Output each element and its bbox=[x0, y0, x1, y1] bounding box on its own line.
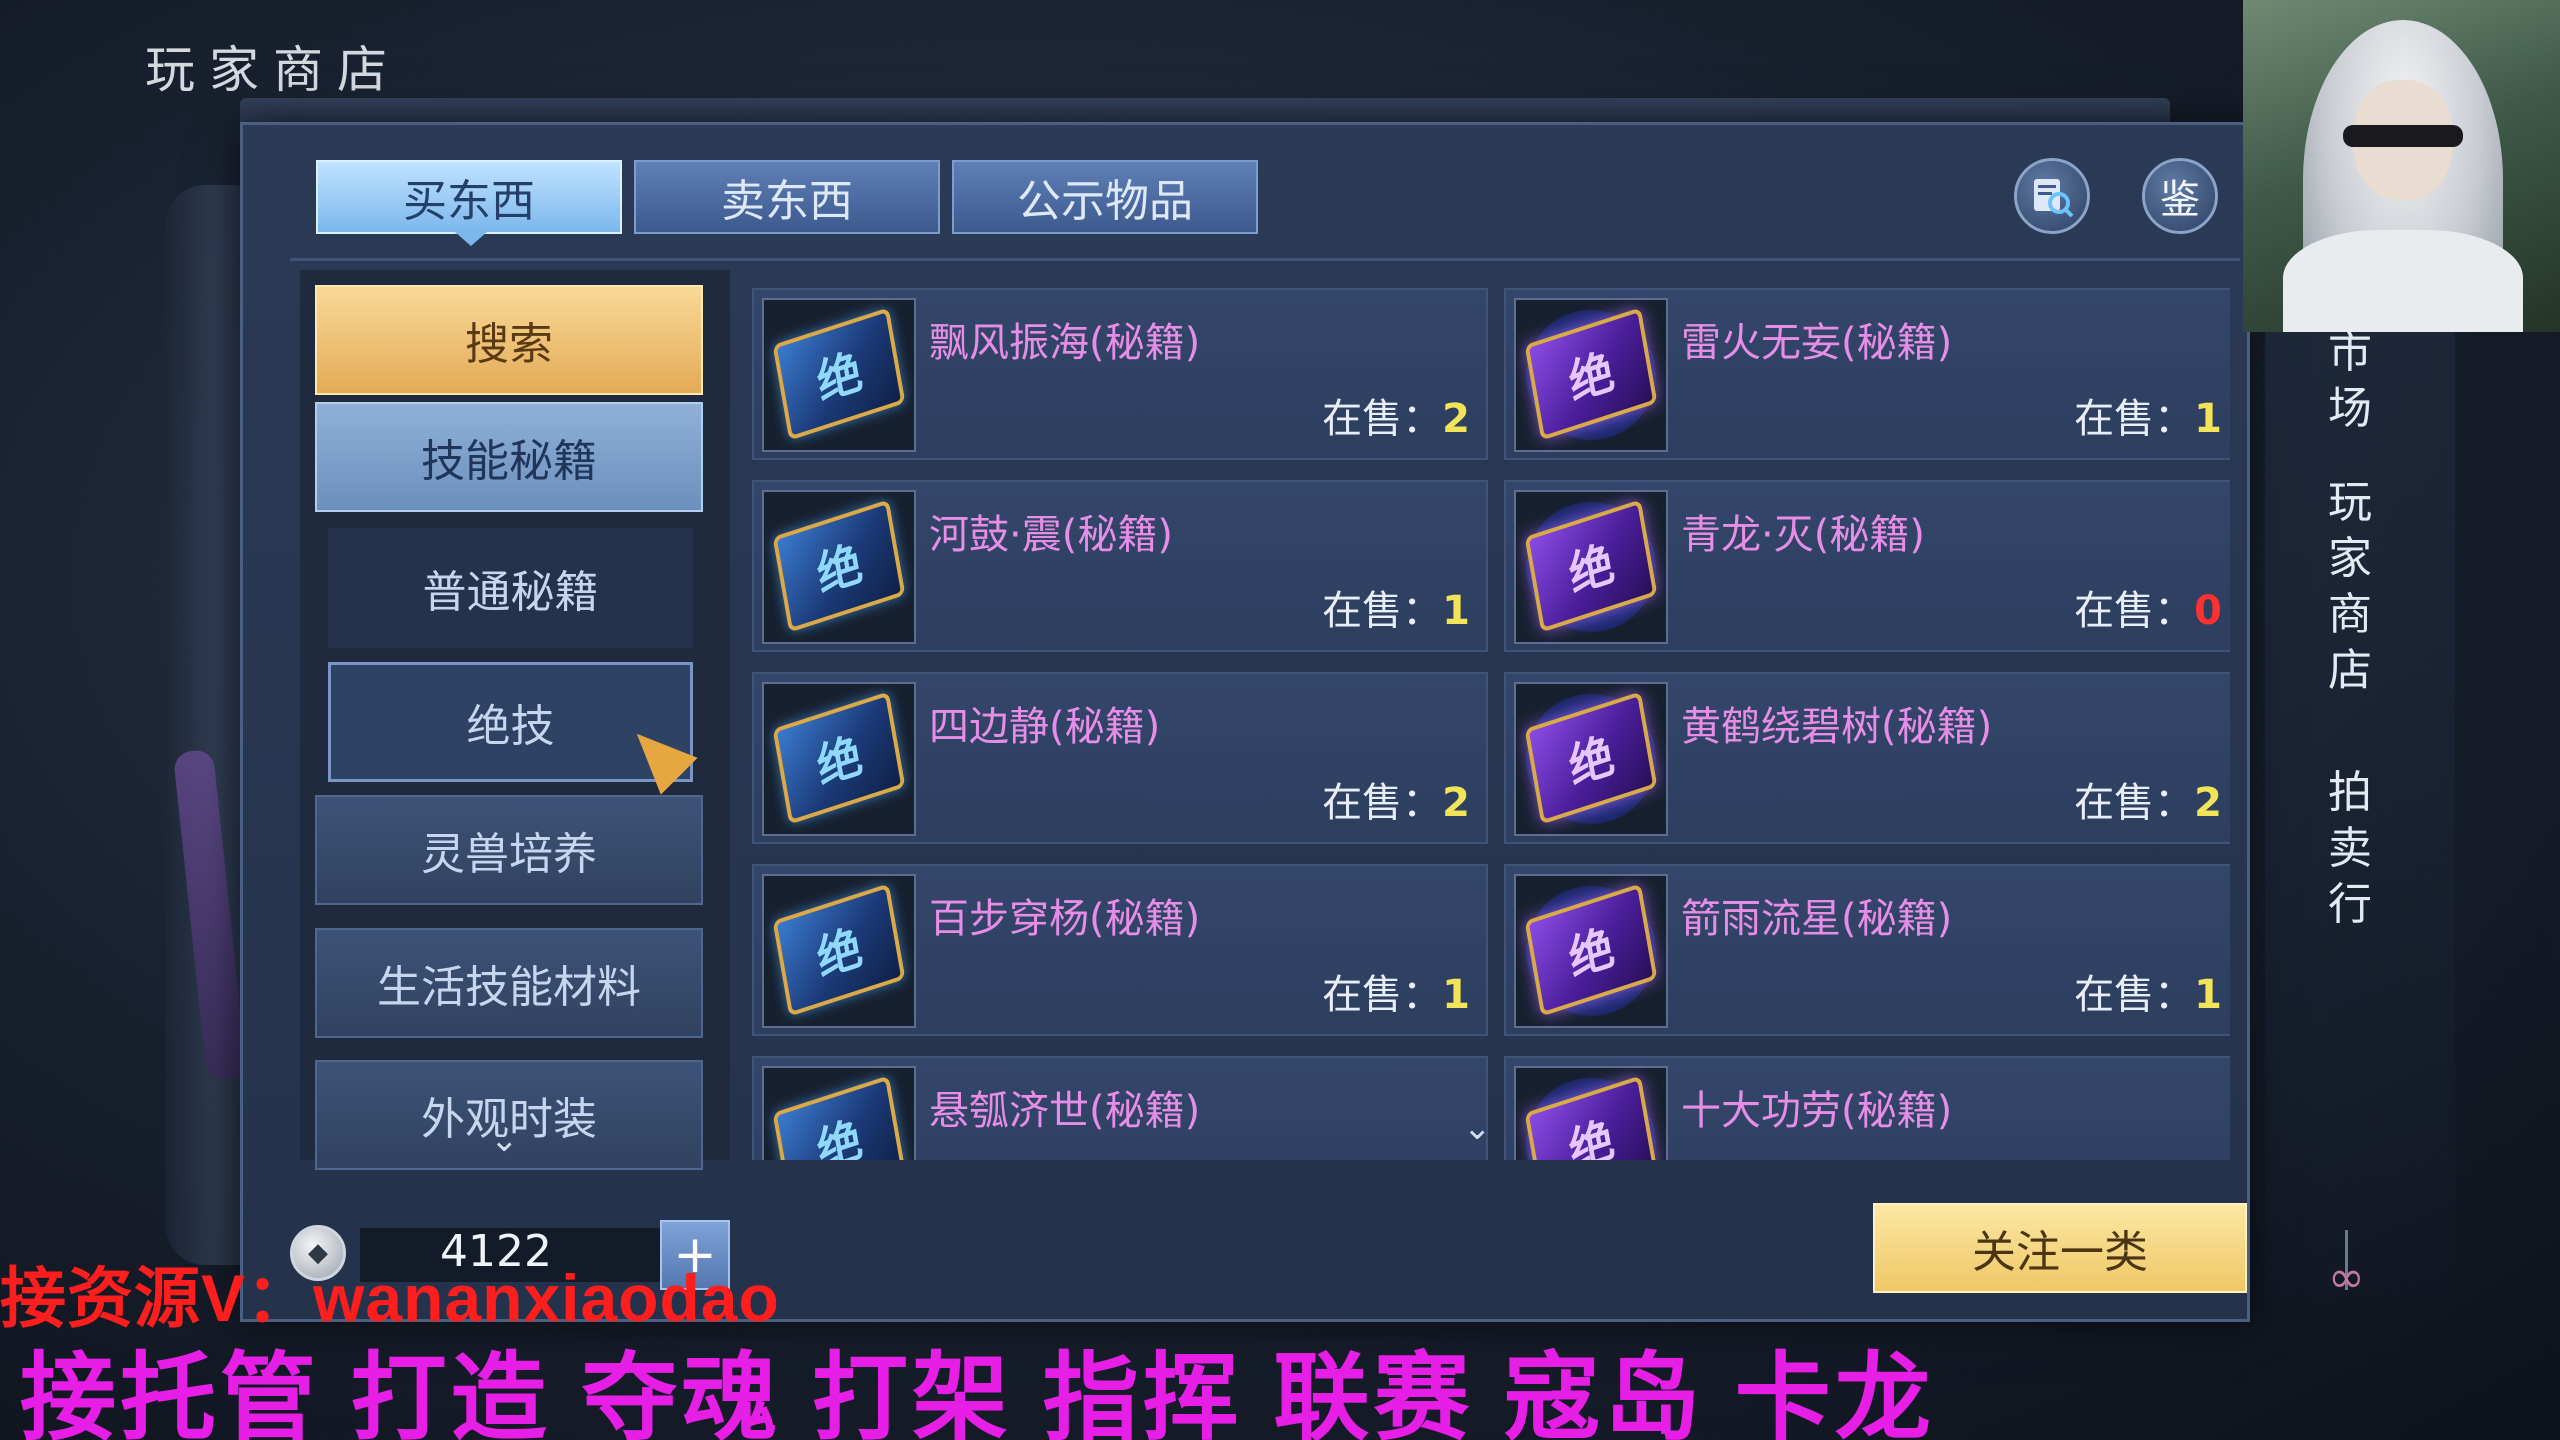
catalog-search-icon bbox=[2034, 179, 2074, 218]
catalog-search-button[interactable] bbox=[2014, 158, 2090, 234]
item-stock: 在售：1 bbox=[2074, 972, 2222, 1018]
skill-book-icon: 绝 bbox=[1514, 490, 1668, 644]
item-card[interactable]: 绝 四边静(秘籍) 在售：2 bbox=[752, 672, 1488, 844]
category-life-skill-materials[interactable]: 生活技能材料 bbox=[315, 928, 703, 1038]
tab-buy[interactable]: 买东西 bbox=[316, 160, 622, 234]
skill-book-icon: 绝 bbox=[1514, 298, 1668, 452]
item-card[interactable]: 绝 青龙·灭(秘籍) 在售：0 bbox=[1504, 480, 2230, 652]
item-card[interactable]: 绝 河鼓·震(秘籍) 在售：1 bbox=[752, 480, 1488, 652]
window-title: 玩家商店 bbox=[145, 41, 401, 99]
nav-market[interactable]: 市场 bbox=[2320, 325, 2380, 437]
item-name: 箭雨流星(秘籍) bbox=[1681, 896, 1953, 942]
item-name: 河鼓·震(秘籍) bbox=[929, 512, 1173, 558]
item-card[interactable]: 绝 悬瓠济世(秘籍) bbox=[752, 1056, 1488, 1160]
item-card[interactable]: 绝 飘风振海(秘籍) 在售：2 bbox=[752, 288, 1488, 460]
item-stock: 在售：2 bbox=[1322, 780, 1470, 826]
skill-book-icon: 绝 bbox=[762, 490, 916, 644]
skill-book-icon: 绝 bbox=[762, 874, 916, 1028]
grid-scroll-chevron-down-icon[interactable]: ⌄ bbox=[1463, 1108, 1492, 1148]
nav-auction-house[interactable]: 拍卖行 bbox=[2320, 765, 2380, 933]
item-stock: 在售：2 bbox=[1322, 396, 1470, 442]
appraise-button[interactable]: 鉴 bbox=[2142, 158, 2218, 234]
character-portrait bbox=[2243, 0, 2560, 332]
item-grid: 绝 飘风振海(秘籍) 在售：2 绝 雷火无妄(秘籍) 在售：1 绝 河鼓·震(秘… bbox=[740, 272, 2230, 1160]
item-name: 四边静(秘籍) bbox=[929, 704, 1161, 750]
tab-public-items[interactable]: 公示物品 bbox=[952, 160, 1258, 234]
header-divider bbox=[290, 258, 2240, 261]
item-stock: 在售：1 bbox=[2074, 396, 2222, 442]
item-name: 悬瓠济世(秘籍) bbox=[929, 1088, 1201, 1134]
skill-book-icon: 绝 bbox=[762, 682, 916, 836]
item-card[interactable]: 绝 雷火无妄(秘籍) 在售：1 bbox=[1504, 288, 2230, 460]
skill-book-icon: 绝 bbox=[762, 1066, 916, 1160]
knot-icon: ∞ bbox=[2328, 1252, 2365, 1303]
item-name: 十大功劳(秘籍) bbox=[1681, 1088, 1953, 1134]
skill-book-icon: 绝 bbox=[1514, 1066, 1668, 1160]
item-name: 黄鹤绕碧树(秘籍) bbox=[1681, 704, 1993, 750]
follow-category-button[interactable]: 关注一类 bbox=[1873, 1203, 2247, 1293]
subcategory-normal-books[interactable]: 普通秘籍 bbox=[328, 528, 693, 648]
item-card[interactable]: 绝 箭雨流星(秘籍) 在售：1 bbox=[1504, 864, 2230, 1036]
tab-sell[interactable]: 卖东西 bbox=[634, 160, 940, 234]
item-card[interactable]: 绝 百步穿杨(秘籍) 在售：1 bbox=[752, 864, 1488, 1036]
item-name: 百步穿杨(秘籍) bbox=[929, 896, 1201, 942]
search-category-button[interactable]: 搜索 bbox=[315, 285, 703, 395]
skill-book-icon: 绝 bbox=[1514, 682, 1668, 836]
item-card[interactable]: 绝 十大功劳(秘籍) bbox=[1504, 1056, 2230, 1160]
overlay-services-text: 接托管 打造 夺魂 打架 指挥 联赛 寇岛 卡龙 bbox=[20, 1345, 1935, 1440]
item-stock: 在售：2 bbox=[2074, 780, 2222, 826]
nav-player-shop[interactable]: 玩家商店 bbox=[2320, 475, 2380, 699]
item-stock: 在售：0 bbox=[2074, 588, 2222, 634]
category-scroll-chevron-down-icon[interactable]: ⌄ bbox=[490, 1120, 519, 1160]
category-spirit-beast[interactable]: 灵兽培养 bbox=[315, 795, 703, 905]
item-name: 飘风振海(秘籍) bbox=[929, 320, 1201, 366]
skill-book-icon: 绝 bbox=[1514, 874, 1668, 1028]
item-name: 青龙·灭(秘籍) bbox=[1681, 512, 1925, 558]
category-skill-books[interactable]: 技能秘籍 bbox=[315, 402, 703, 512]
item-card[interactable]: 绝 黄鹤绕碧树(秘籍) 在售：2 bbox=[1504, 672, 2230, 844]
item-stock: 在售：1 bbox=[1322, 588, 1470, 634]
item-name: 雷火无妄(秘籍) bbox=[1681, 320, 1953, 366]
item-stock: 在售：1 bbox=[1322, 972, 1470, 1018]
skill-book-icon: 绝 bbox=[762, 298, 916, 452]
active-tab-caret bbox=[455, 232, 487, 246]
